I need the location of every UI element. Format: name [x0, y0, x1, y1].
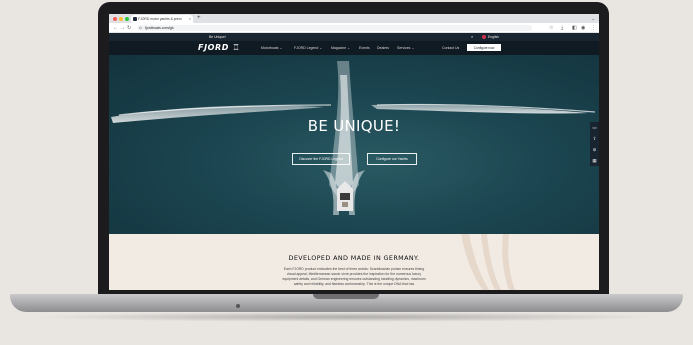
discover-legend-button[interactable]: Discover the FJORD Legend [292, 153, 350, 165]
topbar-tagline: Be Unique! [209, 35, 226, 39]
close-window-button[interactable] [113, 17, 117, 21]
browser-tabbar: FJORD motor yachts & prem × + ⌄ [109, 14, 599, 23]
chat-icon[interactable]: ▭ [592, 125, 597, 130]
calendar-icon[interactable]: ▦ [592, 158, 597, 163]
nav-item-magazine[interactable]: Magazine ⌄ [331, 41, 350, 55]
extensions-icon[interactable]: ◧ [572, 23, 577, 33]
laptop-shadow [30, 312, 663, 322]
side-toolbar: ▭ ⇪ ⊚ ▦ [590, 122, 599, 166]
site-topbar: Be Unique! ⌕ English [109, 33, 599, 41]
address-bar: ← → ↻ ⊙ fjordboats.com/gb ☆ ⤓ ◧ ◉ ⋮ [109, 23, 599, 33]
tab-title: FJORD motor yachts & prem [138, 17, 182, 21]
tab-close-icon[interactable]: × [189, 15, 191, 23]
nav-item-motorboats[interactable]: Motorboats ⌄ [261, 41, 282, 55]
maximize-window-button[interactable] [125, 17, 129, 21]
tab-search-icon[interactable]: ⌄ [592, 14, 595, 23]
search-icon[interactable]: ⌕ [471, 33, 473, 41]
browser-tab[interactable]: FJORD motor yachts & prem × [131, 15, 193, 23]
section-title: DEVELOPED AND MADE IN GERMANY. [288, 254, 420, 262]
screen: FJORD motor yachts & prem × + ⌄ ← → ↻ ⊙ … [109, 14, 599, 290]
nav-item-events[interactable]: Events [359, 41, 370, 55]
nav-item-services[interactable]: Services ⌄ [397, 41, 414, 55]
url-input[interactable]: ⊙ fjordboats.com/gb [137, 25, 532, 31]
nav-item-fjord-legend[interactable]: FJORD Legend ⌄ [294, 41, 322, 55]
download-icon[interactable]: ⤓ [561, 23, 563, 33]
hero-sea-wake-image [111, 61, 596, 215]
contact-link[interactable]: Contact Us [442, 41, 459, 55]
hero-title: BE UNIQUE! [307, 117, 401, 135]
minimize-window-button[interactable] [119, 17, 123, 21]
forward-button[interactable]: → [120, 23, 125, 33]
location-icon[interactable]: ⊚ [592, 147, 597, 152]
language-selector[interactable]: English [488, 33, 499, 41]
configure-yachts-button[interactable]: Configure our Yachts [367, 153, 417, 165]
fjord-emblem-icon: ♖ [232, 43, 241, 52]
laptop-notch [313, 294, 379, 299]
reload-button[interactable]: ↻ [127, 23, 131, 33]
nav-item-dealers[interactable]: Dealers [377, 41, 389, 55]
share-icon[interactable]: ⇪ [592, 136, 597, 141]
hero-section: BE UNIQUE! Discover the FJORD Legend Con… [109, 55, 599, 234]
site-info-icon[interactable]: ⊙ [139, 25, 142, 31]
star-icon[interactable]: ☆ [549, 23, 553, 33]
url-text: fjordboats.com/gb [145, 26, 174, 30]
new-tab-button[interactable]: + [197, 14, 201, 23]
section-body: Each FJORD product embodies the best of … [282, 267, 426, 287]
menu-icon[interactable]: ⋮ [591, 23, 596, 33]
uk-flag-icon[interactable] [482, 35, 486, 39]
fjord-logo[interactable]: FJORD ♖ [198, 41, 240, 55]
profile-icon[interactable]: ◉ [581, 23, 585, 33]
site-nav: FJORD ♖ Motorboats ⌄ FJORD Legend ⌄ Maga… [109, 41, 599, 55]
decorative-emblem-watermark [461, 234, 515, 290]
camera-dot [236, 304, 240, 308]
intro-section: DEVELOPED AND MADE IN GERMANY. Each FJOR… [109, 234, 599, 290]
back-button[interactable]: ← [113, 23, 118, 33]
fjord-favicon-icon [133, 17, 137, 21]
configure-now-button[interactable]: Configure now [467, 44, 501, 51]
